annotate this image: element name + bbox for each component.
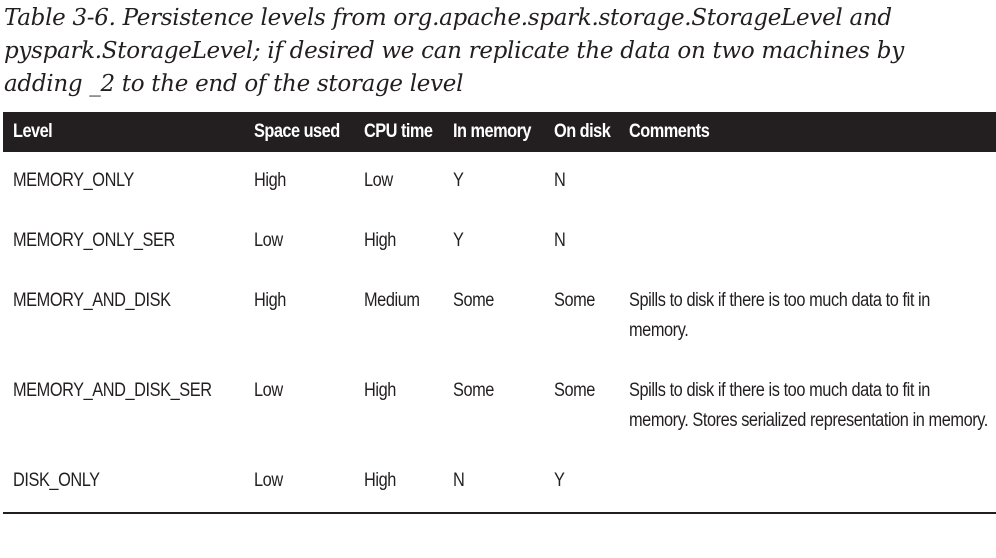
cell-cpu-time: Medium [363,290,420,311]
cell-comments [619,212,996,272]
table-row: MEMORY_ONLY High Low Y N [3,152,996,212]
table-header-row: Level Space used CPU time In memory On d… [3,112,996,152]
cell-level: DISK_ONLY [3,452,244,514]
cell-in-memory: Some [453,380,495,401]
cell-in-memory: Some [453,290,495,311]
cell-in-memory: Y [453,230,464,251]
cell-in-memory: N [443,452,544,514]
cell-on-disk: Some [553,290,595,311]
cell-level: MEMORY_AND_DISK [13,290,171,311]
table-row: DISK_ONLY Low High N Y [3,452,996,514]
header-space-used: Space used [243,112,354,152]
table-row: MEMORY_ONLY_SER Low High Y N [3,212,996,272]
cell-comments: Spills to disk if there is too much data… [629,290,931,341]
header-on-disk: On disk [543,112,620,152]
cell-on-disk: N [553,230,566,251]
cell-cpu-time: High [353,452,444,514]
table-row: MEMORY_AND_DISK_SER Low High Some Some S… [3,362,996,452]
table-row: MEMORY_AND_DISK High Medium Some Some Sp… [3,272,996,362]
header-level: Level [3,112,244,152]
table-caption: Table 3-6. Persistence levels from org.a… [4,5,904,97]
cell-comments [619,152,996,212]
cell-cpu-time: Low [363,170,393,191]
cell-comments [619,452,996,514]
cell-on-disk: Some [553,380,595,401]
header-cpu-time: CPU time [353,112,444,152]
cell-on-disk: N [553,170,566,191]
cell-on-disk: Y [543,452,620,514]
cell-space-used: High [253,290,286,311]
cell-space-used: High [253,170,286,191]
cell-level: MEMORY_AND_DISK_SER [13,380,212,401]
cell-level: MEMORY_ONLY [13,170,134,191]
cell-cpu-time: High [363,380,396,401]
cell-space-used: Low [243,452,354,514]
persistence-levels-table: Level Space used CPU time In memory On d… [3,112,996,514]
cell-level: MEMORY_ONLY_SER [13,230,175,251]
header-comments: Comments [619,112,996,152]
cell-comments: Spills to disk if there is too much data… [629,380,989,431]
header-in-memory: In memory [443,112,544,152]
cell-space-used: Low [253,230,283,251]
cell-in-memory: Y [453,170,464,191]
cell-space-used: Low [253,380,283,401]
cell-cpu-time: High [363,230,396,251]
